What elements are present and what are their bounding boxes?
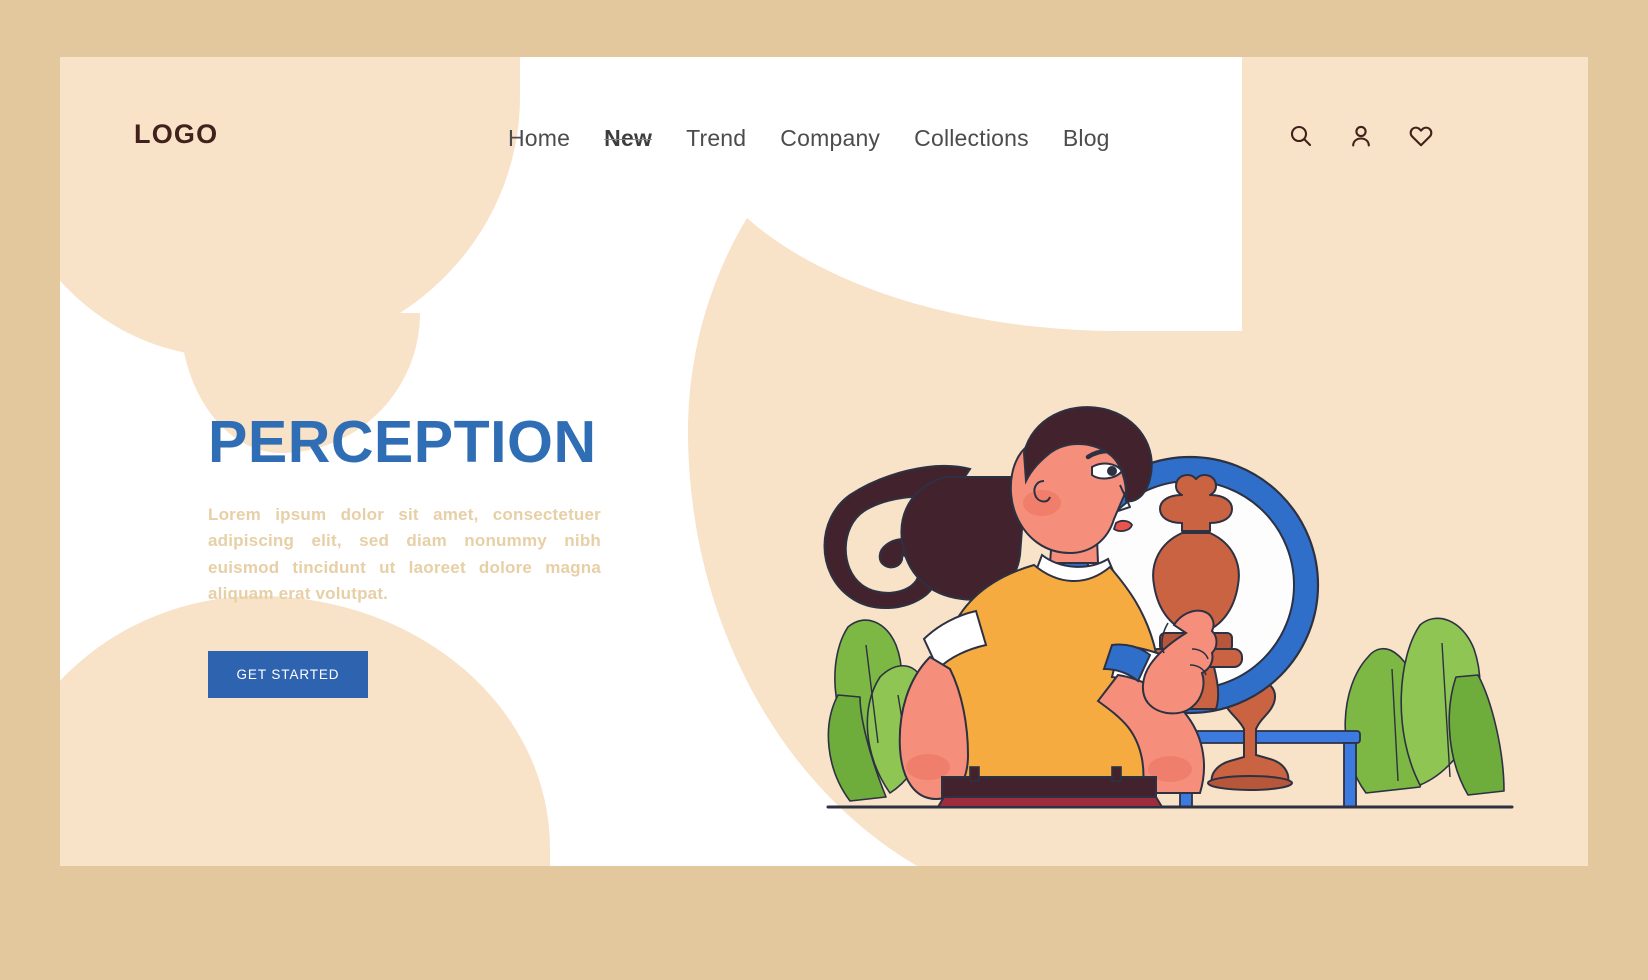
hero-paragraph: Lorem ipsum dolor sit amet, consectetuer… [208, 504, 601, 603]
search-icon[interactable] [1286, 121, 1316, 151]
nav-item-collections[interactable]: Collections [914, 125, 1029, 152]
maroon-skirt [936, 796, 1164, 808]
hero-content: PERCEPTION Lorem ipsum dolor sit amet, c… [208, 409, 608, 699]
nav-item-home[interactable]: Home [508, 125, 570, 152]
header-icon-group [1286, 121, 1436, 151]
nav-item-company[interactable]: Company [780, 125, 880, 152]
hero-illustration [820, 357, 1520, 857]
site-header: LOGO Home New Trend Company Collections … [60, 57, 1588, 227]
hero-card: LOGO Home New Trend Company Collections … [60, 57, 1588, 866]
page-title: PERCEPTION [208, 409, 597, 475]
logo[interactable]: LOGO [134, 119, 218, 150]
green-leaves-right [1344, 617, 1505, 796]
page-frame: LOGO Home New Trend Company Collections … [0, 0, 1648, 980]
nav-item-trend[interactable]: Trend [686, 125, 746, 152]
heart-icon[interactable] [1406, 121, 1436, 151]
illustration-svg [823, 406, 1514, 809]
user-icon[interactable] [1346, 121, 1376, 151]
nav-item-new[interactable]: New [604, 125, 652, 152]
get-started-button[interactable]: GET STARTED [208, 651, 368, 699]
nav-item-blog[interactable]: Blog [1063, 125, 1110, 152]
main-navigation: Home New Trend Company Collections Blog [508, 125, 1110, 152]
